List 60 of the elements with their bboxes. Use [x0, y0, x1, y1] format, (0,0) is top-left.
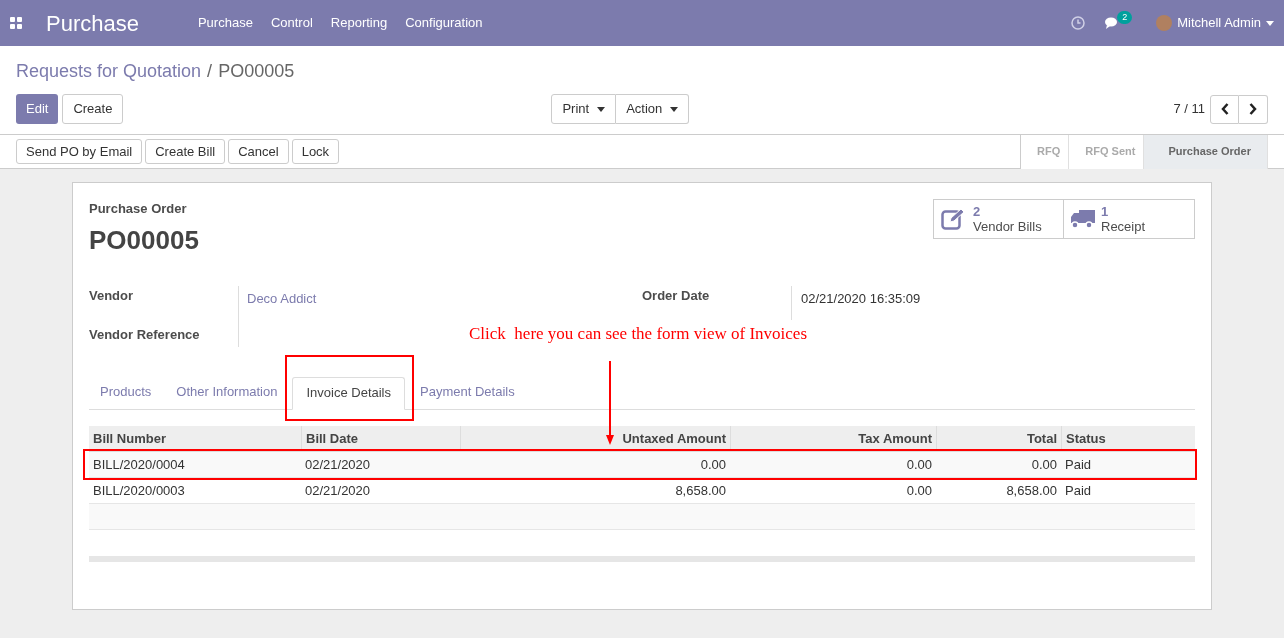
document-name: PO00005 [89, 223, 199, 257]
user-menu[interactable]: Mitchell Admin [1177, 13, 1274, 33]
breadcrumb-link[interactable]: Requests for Quotation [16, 58, 202, 85]
apps-grid-icon[interactable] [10, 17, 22, 29]
column-header[interactable]: Bill Date [301, 425, 460, 451]
status-step[interactable]: Purchase Order [1144, 134, 1268, 169]
table-cell-text: 8,658.00 [1005, 481, 1058, 500]
notebook-tab[interactable]: Invoice Details [292, 376, 405, 410]
notebook-tab[interactable]: Other Information [174, 375, 280, 409]
caret-icon [1266, 20, 1274, 26]
field-label: Order Date [642, 287, 710, 303]
table-cell-text: Paid [1064, 455, 1093, 474]
field-label: Vendor Reference [89, 326, 201, 344]
document-type-label: Purchase Order [89, 200, 188, 218]
annotation-text: Click here you can see the form view of Invoices [469, 323, 807, 345]
create-button[interactable]: Create [62, 94, 124, 124]
menu-item[interactable]: Configuration [396, 13, 492, 33]
chevron-left-icon [1220, 103, 1229, 115]
smart-button[interactable]: 1 Receipt [1064, 199, 1195, 239]
notebook-tab[interactable]: Payment Details [418, 375, 517, 409]
caret-icon [670, 106, 679, 112]
column-header[interactable]: Status [1061, 425, 1195, 451]
header-action-button[interactable]: Lock [291, 139, 340, 164]
table-cell-text: 0.00 [905, 481, 933, 500]
column-header[interactable]: Bill Number [89, 425, 301, 451]
menu-item[interactable]: Control [261, 13, 322, 33]
app-title: Purchase [46, 9, 139, 38]
table-cell-text: BILL/2020/0003 [92, 481, 186, 500]
menu-item[interactable]: Reporting [321, 13, 397, 33]
smart-button[interactable]: 2 Vendor Bills [933, 199, 1064, 239]
breadcrumb-current: PO00005 [218, 60, 295, 83]
edit-button[interactable]: Edit [16, 94, 59, 124]
next-button[interactable] [1239, 94, 1268, 124]
table-cell-text: BILL/2020/0004 [92, 455, 186, 474]
table-cell-text: 02/21/2020 [304, 455, 372, 474]
table-cell-text: 0.00 [699, 455, 727, 474]
vendor-link[interactable]: Deco Addict [239, 285, 317, 308]
table-cell-text: Paid [1064, 481, 1093, 500]
table-cell-text: 0.00 [1030, 455, 1058, 474]
clock-icon[interactable] [1071, 16, 1086, 30]
header-action-button[interactable]: Cancel [228, 139, 289, 164]
print-dropdown[interactable]: Print [551, 94, 617, 124]
table-cell-text: 8,658.00 [674, 481, 727, 500]
previous-button[interactable] [1210, 94, 1239, 124]
notebook-tab[interactable]: Products [98, 375, 154, 409]
header-action-button[interactable]: Create Bill [145, 139, 226, 164]
field-label: Vendor [89, 286, 135, 305]
truck-icon [1071, 209, 1095, 229]
header-action-button[interactable]: Send PO by Email [16, 139, 143, 164]
table-cell-text: 0.00 [905, 455, 933, 474]
column-header[interactable]: Tax Amount [730, 425, 936, 451]
message-count-badge: 2 [1117, 10, 1133, 24]
table-cell-text: 02/21/2020 [304, 481, 372, 500]
menu-item[interactable]: Purchase [188, 13, 262, 33]
action-dropdown[interactable]: Action [616, 94, 690, 124]
caret-icon [597, 106, 606, 112]
breadcrumb-separator: / [207, 60, 213, 83]
column-header[interactable]: Total [936, 425, 1061, 451]
chevron-right-icon [1249, 103, 1257, 115]
pager-counter: 7 / 11 [1173, 100, 1205, 119]
